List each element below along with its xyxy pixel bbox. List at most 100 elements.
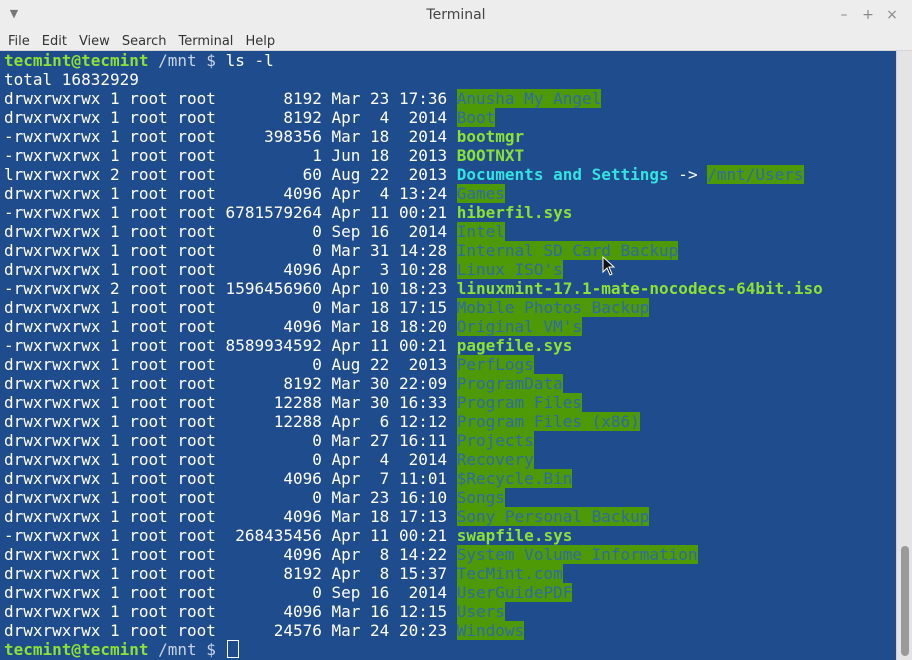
listing-meta: lrwxrwxrwx 2 root root 60 Aug 22 2013	[4, 165, 457, 184]
listing-filename: PerfLogs	[456, 355, 534, 374]
listing-row: drwxrwxrwx 1 root root 0 Mar 31 14:28 In…	[4, 241, 679, 260]
listing-row: drwxrwxrwx 1 root root 8192 Apr 4 2014 B…	[4, 108, 496, 127]
listing-filename: swapfile.sys	[456, 526, 573, 545]
listing-row: drwxrwxrwx 1 root root 4096 Apr 4 13:24 …	[4, 184, 505, 203]
listing-row: drwxrwxrwx 1 root root 8192 Mar 23 17:36…	[4, 89, 602, 108]
command-text: ls -l	[225, 51, 274, 70]
listing-row: drwxrwxrwx 1 root root 4096 Apr 3 10:28 …	[4, 260, 563, 279]
listing-row: drwxrwxrwx 1 root root 8192 Mar 30 22:09…	[4, 374, 563, 393]
listing-row: -rwxrwxrwx 1 root root 6781579264 Apr 11…	[4, 203, 572, 222]
listing-filename: Sony Personal Backup	[456, 507, 650, 526]
listing-row: -rwxrwxrwx 1 root root 8589934592 Apr 11…	[4, 336, 572, 355]
listing-row: -rwxrwxrwx 1 root root 398356 Mar 18 201…	[4, 127, 524, 146]
menu-bar: File Edit View Search Terminal Help	[0, 30, 912, 51]
listing-meta: -rwxrwxrwx 1 root root 398356 Mar 18 201…	[4, 127, 457, 146]
listing-filename: Windows	[456, 621, 525, 640]
menu-edit[interactable]: Edit	[38, 33, 71, 51]
menu-help[interactable]: Help	[241, 33, 279, 51]
listing-meta: -rwxrwxrwx 2 root root 1596456960 Apr 10…	[4, 279, 457, 298]
listing-meta: drwxrwxrwx 1 root root 4096 Apr 4 13:24	[4, 184, 457, 203]
listing-meta: drwxrwxrwx 1 root root 8192 Apr 8 15:37	[4, 564, 457, 583]
listing-meta: drwxrwxrwx 1 root root 8192 Mar 23 17:36	[4, 89, 457, 108]
mouse-pointer-icon	[602, 256, 616, 276]
listing-meta: drwxrwxrwx 1 root root 0 Apr 4 2014	[4, 450, 457, 469]
listing-meta: -rwxrwxrwx 1 root root 1 Jun 18 2013	[4, 146, 457, 165]
listing-meta: drwxrwxrwx 1 root root 12288 Apr 6 12:12	[4, 412, 457, 431]
listing-row: -rwxrwxrwx 2 root root 1596456960 Apr 10…	[4, 279, 823, 298]
listing-meta: drwxrwxrwx 1 root root 0 Mar 23 16:10	[4, 488, 457, 507]
listing-filename: Anusha My Angel	[456, 89, 602, 108]
minimize-button[interactable]: –	[835, 6, 853, 24]
vertical-scrollbar[interactable]	[896, 51, 912, 660]
listing-meta: drwxrwxrwx 1 root root 0 Mar 31 14:28	[4, 241, 457, 260]
listing-filename: UserGuidePDF	[456, 583, 573, 602]
menu-file[interactable]: File	[4, 33, 34, 51]
final-prompt-path: /mnt $	[148, 640, 226, 659]
scrollbar-thumb[interactable]	[901, 546, 909, 656]
listing-filename: Program Files (x86)	[456, 412, 640, 431]
prompt-user: tecmint@tecmint	[4, 51, 149, 70]
title-bar[interactable]: ▼ Terminal – + ×	[0, 0, 912, 31]
listing-filename: hiberfil.sys	[456, 203, 573, 222]
listing-filename: linuxmint-17.1-mate-nocodecs-64bit.iso	[456, 279, 823, 298]
maximize-button[interactable]: +	[859, 6, 877, 24]
listing-filename: Games	[456, 184, 505, 203]
menu-view[interactable]: View	[75, 33, 114, 51]
close-button[interactable]: ×	[883, 6, 901, 24]
listing-meta: -rwxrwxrwx 1 root root 6781579264 Apr 11…	[4, 203, 457, 222]
listing-filename: Original VM's	[456, 317, 582, 336]
listing-row: drwxrwxrwx 1 root root 0 Mar 23 16:10 So…	[4, 488, 505, 507]
listing-filename: Program Files	[456, 393, 582, 412]
listing-row: lrwxrwxrwx 2 root root 60 Aug 22 2013 Do…	[4, 165, 804, 184]
listing-filename: BOOTNXT	[456, 146, 525, 165]
symlink-arrow: ->	[668, 165, 708, 184]
listing-meta: -rwxrwxrwx 1 root root 8589934592 Apr 11…	[4, 336, 457, 355]
listing-row: drwxrwxrwx 1 root root 4096 Apr 7 11:01 …	[4, 469, 573, 488]
listing-row: drwxrwxrwx 1 root root 24576 Mar 24 20:2…	[4, 621, 525, 640]
listing-row: -rwxrwxrwx 1 root root 268435456 Apr 11 …	[4, 526, 572, 545]
listing-row: drwxrwxrwx 1 root root 0 Apr 4 2014 Reco…	[4, 450, 534, 469]
final-prompt-user: tecmint@tecmint	[4, 640, 149, 659]
listing-meta: drwxrwxrwx 1 root root 4096 Mar 16 12:15	[4, 602, 457, 621]
listing-row: drwxrwxrwx 1 root root 4096 Mar 16 12:15…	[4, 602, 505, 621]
listing-filename: Users	[456, 602, 505, 621]
listing-row: drwxrwxrwx 1 root root 0 Mar 27 16:11 Pr…	[4, 431, 534, 450]
listing-filename: Recovery	[456, 450, 534, 469]
terminal-window: ▼ Terminal – + × File Edit View Search Termi…	[0, 0, 912, 660]
listing-row: -rwxrwxrwx 1 root root 1 Jun 18 2013 BOO…	[4, 146, 524, 165]
listing-filename: Mobile Photos Backup	[456, 298, 650, 317]
menu-terminal[interactable]: Terminal	[174, 33, 237, 51]
terminal-output[interactable]: tecmint@tecmint /mnt $ ls -l total 16832…	[0, 51, 896, 660]
listing-row: drwxrwxrwx 1 root root 0 Mar 18 17:15 Mo…	[4, 298, 650, 317]
listing-filename: Linux ISO's	[456, 260, 563, 279]
text-cursor	[226, 640, 239, 658]
listing-meta: drwxrwxrwx 1 root root 8192 Mar 30 22:09	[4, 374, 457, 393]
listing-meta: drwxrwxrwx 1 root root 4096 Mar 18 17:13	[4, 507, 457, 526]
listing-filename: ProgramData	[456, 374, 563, 393]
listing-row: drwxrwxrwx 1 root root 8192 Apr 8 15:37 …	[4, 564, 563, 583]
final-prompt-line[interactable]: tecmint@tecmint /mnt $	[4, 640, 239, 659]
listing-filename: $Recycle.Bin	[456, 469, 573, 488]
listing-meta: drwxrwxrwx 1 root root 0 Aug 22 2013	[4, 355, 457, 374]
listing-row: drwxrwxrwx 1 root root 12288 Mar 30 16:3…	[4, 393, 582, 412]
prompt-line: tecmint@tecmint /mnt $ ls -l	[4, 51, 274, 70]
total-line: total 16832929	[4, 70, 139, 89]
listing-meta: drwxrwxrwx 1 root root 4096 Apr 3 10:28	[4, 260, 457, 279]
listing-meta: drwxrwxrwx 1 root root 12288 Mar 30 16:3…	[4, 393, 457, 412]
listing-row: drwxrwxrwx 1 root root 0 Aug 22 2013 Per…	[4, 355, 534, 374]
listing-filename: Intel	[456, 222, 505, 241]
listing-meta: drwxrwxrwx 1 root root 24576 Mar 24 20:2…	[4, 621, 457, 640]
listing-meta: drwxrwxrwx 1 root root 0 Mar 27 16:11	[4, 431, 457, 450]
listing-meta: drwxrwxrwx 1 root root 0 Mar 18 17:15	[4, 298, 457, 317]
listing-meta: drwxrwxrwx 1 root root 4096 Mar 18 18:20	[4, 317, 457, 336]
listing-filename: Internal SD Card Backup	[456, 241, 679, 260]
listing-meta: -rwxrwxrwx 1 root root 268435456 Apr 11 …	[4, 526, 457, 545]
listing-filename: Songs	[456, 488, 505, 507]
prompt-path: /mnt $	[148, 51, 226, 70]
listing-filename: Boot	[456, 108, 496, 127]
listing-row: drwxrwxrwx 1 root root 0 Sep 16 2014 Use…	[4, 583, 573, 602]
listing-meta: drwxrwxrwx 1 root root 4096 Apr 7 11:01	[4, 469, 457, 488]
listing-meta: drwxrwxrwx 1 root root 4096 Apr 8 14:22	[4, 545, 457, 564]
listing-row: drwxrwxrwx 1 root root 12288 Apr 6 12:12…	[4, 412, 640, 431]
menu-search[interactable]: Search	[118, 33, 171, 51]
